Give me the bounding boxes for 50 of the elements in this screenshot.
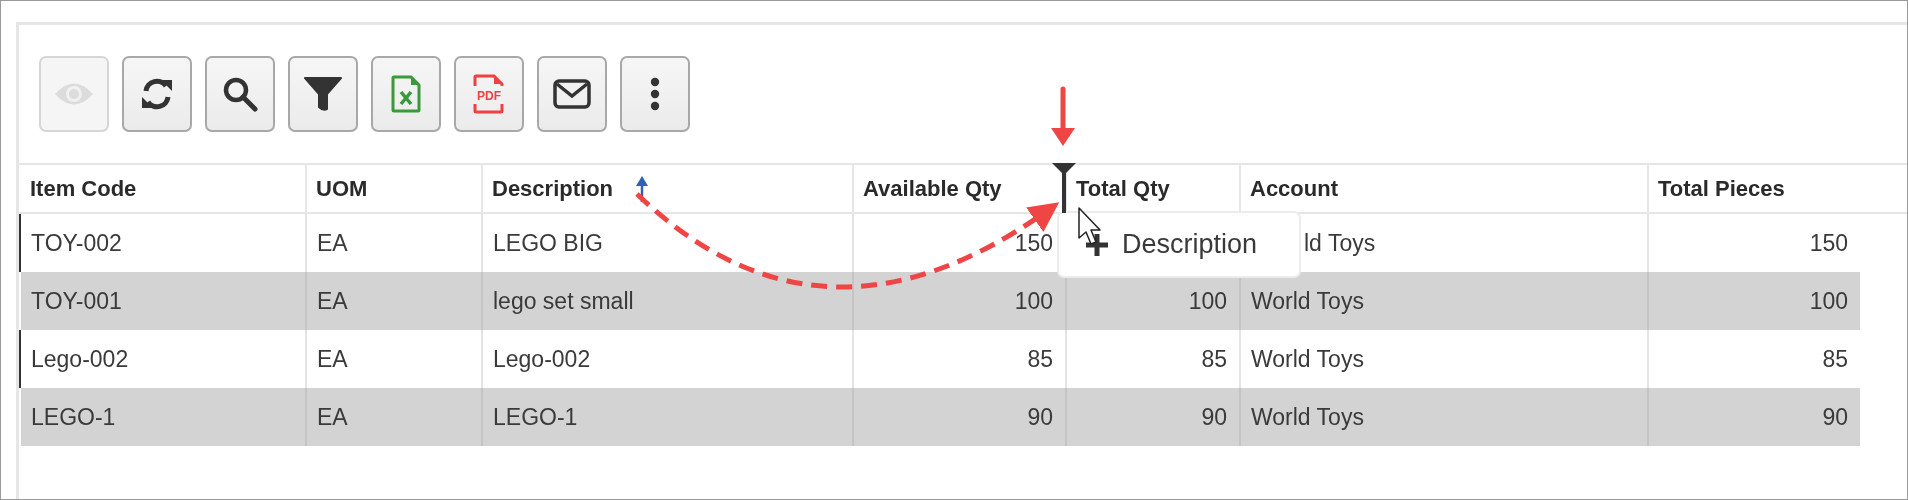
- table-cell: 90: [1822, 403, 1848, 431]
- table-cell: EA: [317, 229, 348, 257]
- search-button[interactable]: [205, 56, 275, 132]
- table-cell: 150: [1809, 229, 1848, 257]
- table-cell: TOY-002: [31, 229, 122, 257]
- mail-button[interactable]: [537, 56, 607, 132]
- table-cell: ld Toys: [1304, 229, 1376, 257]
- table-cell: 85: [1822, 345, 1848, 373]
- more-button[interactable]: [620, 56, 690, 132]
- table-cell: Lego-002: [493, 345, 591, 373]
- excel-button[interactable]: [371, 56, 441, 132]
- filter-button[interactable]: [288, 56, 358, 132]
- table-cell: 150: [1014, 229, 1053, 257]
- table-cell: 85: [1201, 345, 1227, 373]
- more-icon: [650, 77, 660, 111]
- table-cell: TOY-001: [31, 287, 122, 315]
- table-cell: LEGO-1: [31, 403, 116, 431]
- table-cell: 90: [1201, 403, 1227, 431]
- column-header[interactable]: Description: [492, 175, 614, 202]
- column-header[interactable]: UOM: [316, 175, 368, 202]
- refresh-icon: [139, 76, 175, 112]
- table-cell: 100: [1188, 287, 1227, 315]
- table-cell: lego set small: [493, 287, 634, 315]
- table-cell: LEGO-1: [493, 403, 578, 431]
- search-icon: [222, 76, 258, 112]
- spreadsheet-file-icon: [391, 75, 421, 113]
- table-cell: 100: [1809, 287, 1848, 315]
- filter-icon: [304, 77, 342, 111]
- column-header[interactable]: Total Qty: [1076, 175, 1170, 202]
- refresh-button[interactable]: [122, 56, 192, 132]
- insertion-marker: [1052, 163, 1076, 213]
- table-cell: EA: [317, 287, 348, 315]
- column-header[interactable]: Available Qty: [863, 175, 1002, 202]
- table-cell: 90: [1027, 403, 1053, 431]
- column-header[interactable]: Account: [1250, 175, 1338, 202]
- table-cell: Lego-002: [31, 345, 129, 373]
- tooltip-label: Description: [1122, 229, 1258, 260]
- eye-icon: [54, 81, 94, 107]
- table-cell: World Toys: [1251, 287, 1364, 315]
- table-cell: LEGO BIG: [493, 229, 603, 257]
- table-cell: World Toys: [1251, 403, 1364, 431]
- table-cell: EA: [317, 345, 348, 373]
- column-header[interactable]: Total Pieces: [1658, 175, 1785, 202]
- table-cell: EA: [317, 403, 348, 431]
- column-header[interactable]: Item Code: [30, 175, 137, 202]
- table-cell: 85: [1027, 345, 1053, 373]
- drop-pointer-arrow: [1051, 86, 1075, 146]
- table-cell: World Toys: [1251, 345, 1364, 373]
- table-cell: 100: [1014, 287, 1053, 315]
- envelope-icon: [553, 79, 591, 109]
